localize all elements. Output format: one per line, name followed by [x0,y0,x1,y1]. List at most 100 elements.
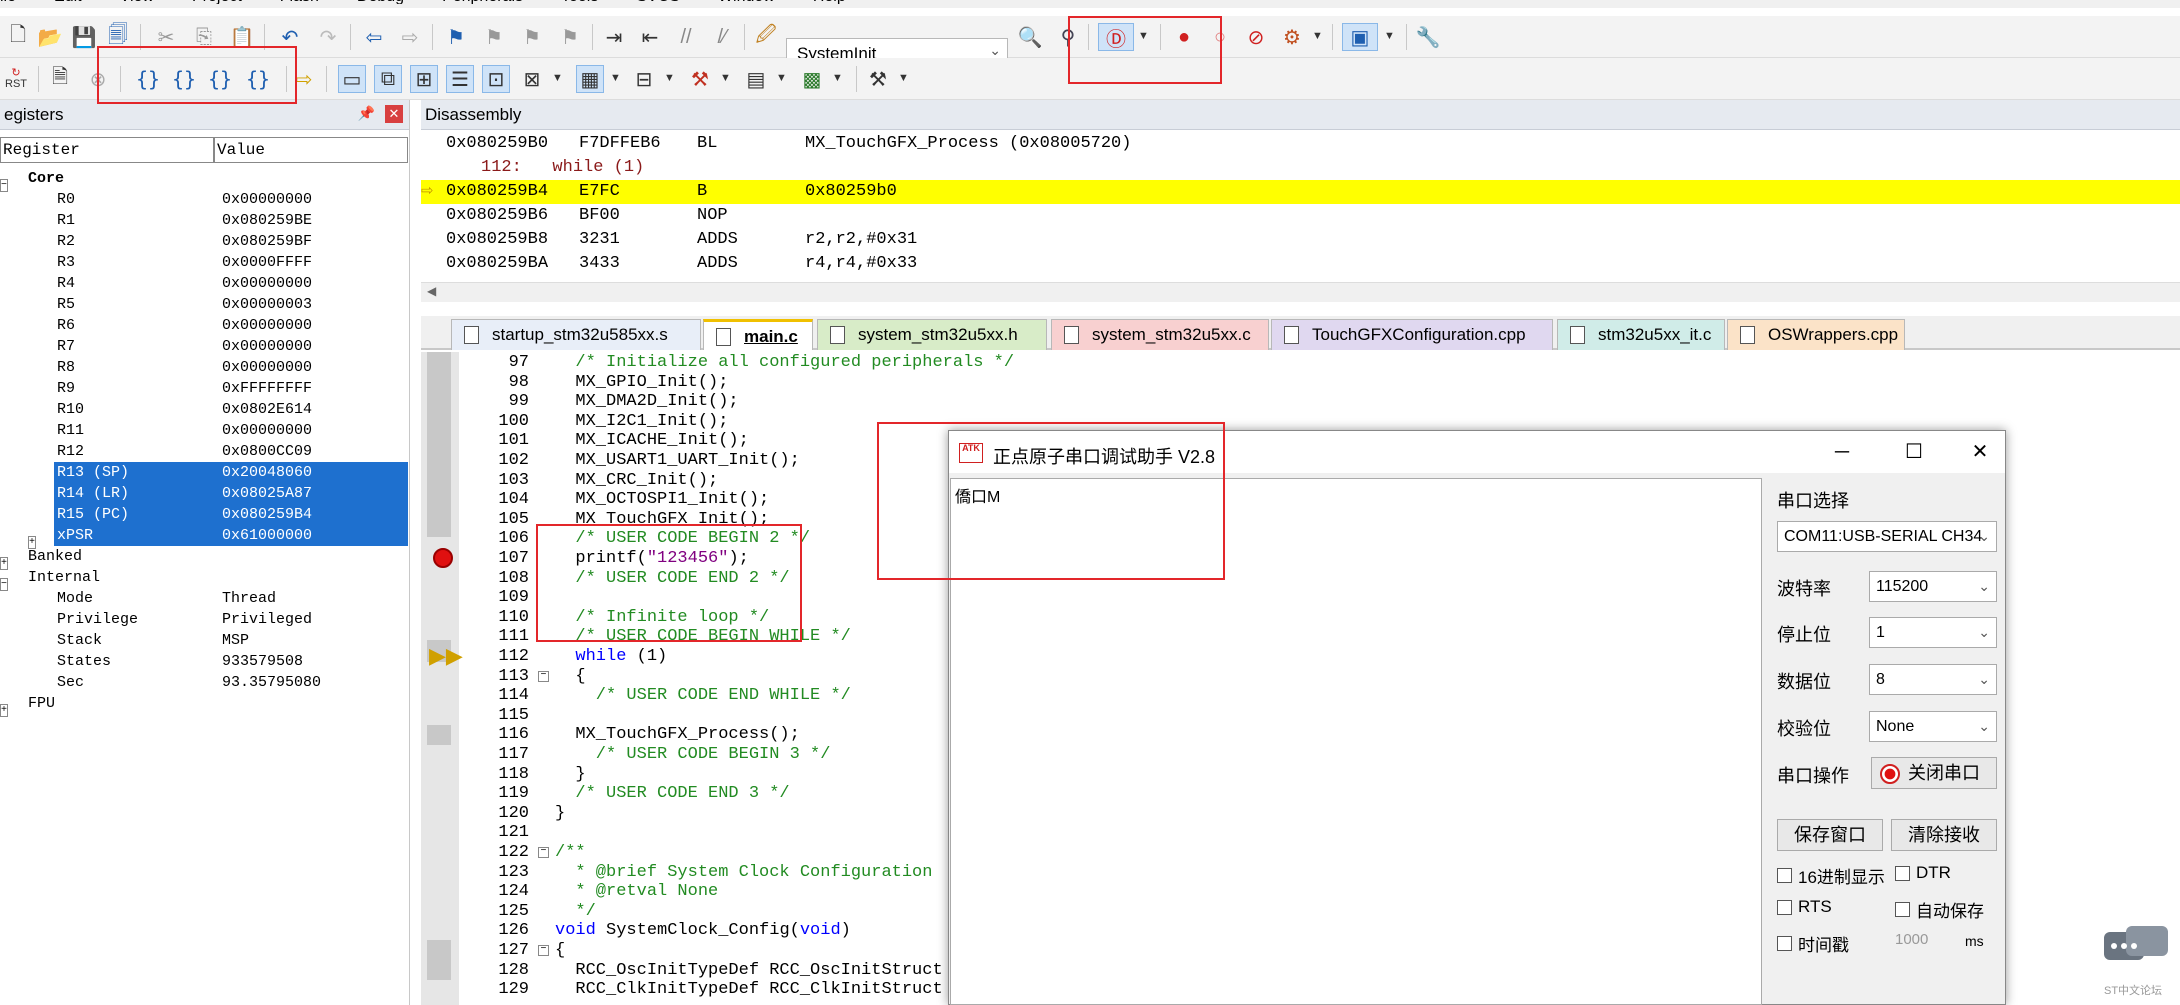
fold-toggle-icon[interactable]: − [538,945,549,956]
system-viewer-icon[interactable]: ▩ [798,65,826,93]
menu-item[interactable]: View [120,0,154,4]
cut-icon[interactable]: ✂ [152,23,180,51]
register-value[interactable]: 0x08025A87 [222,483,312,504]
tab-file[interactable]: system_stm32u5xx.c [1051,319,1269,350]
tab-file[interactable]: stm32u5xx_it.c [1557,319,1725,350]
fold-toggle-icon[interactable]: − [538,670,549,682]
call-stack-icon[interactable]: ⊡ [482,65,510,93]
register-row[interactable]: R1 0x080259BE [0,210,408,231]
close-icon[interactable]: ✕ [1965,439,1995,465]
kill-breakpoints-icon[interactable]: ⊘ [1242,23,1270,51]
register-value[interactable]: MSP [222,630,249,651]
watch-window-icon[interactable]: ⊠ [518,65,546,93]
menu-item[interactable]: Debug [357,0,404,4]
show-next-statement-icon[interactable]: ⇨ [290,65,318,93]
chevron-down-icon[interactable]: ▼ [898,72,909,84]
chevron-down-icon[interactable]: ▼ [832,72,843,84]
disassembly-line[interactable]: 0x080259B6 BF00 NOP [421,204,2180,228]
chevron-down-icon[interactable]: ▼ [552,72,563,84]
register-row[interactable]: R12 0x0800CC09 [0,441,408,462]
comment-icon[interactable]: // [672,23,700,51]
register-row[interactable]: R14 (LR) 0x08025A87 [0,483,408,504]
incremental-find-icon[interactable]: ⚲ [1054,23,1082,51]
symbols-window-icon[interactable]: ⊞ [410,65,438,93]
bookmark-next-icon[interactable]: ⚑ [518,23,546,51]
find-icon[interactable]: 🔍 [1016,23,1044,51]
stop-icon[interactable]: ⊗ [84,65,112,93]
save-icon[interactable]: 💾 [70,23,98,51]
register-row[interactable]: Stack MSP [0,630,408,651]
maximize-icon[interactable]: ☐ [1899,439,1929,465]
bookmark-icon[interactable]: ⚑ [442,23,470,51]
parity-select[interactable]: None ⌄ [1869,711,1997,742]
tab-file[interactable]: TouchGFXConfiguration.cpp [1271,319,1553,350]
save-window-button[interactable]: 保存窗口 [1777,819,1883,851]
undo-icon[interactable]: ↶ [276,23,304,51]
register-value[interactable]: 0x080259B4 [222,504,312,525]
chevron-down-icon[interactable]: ▼ [610,72,621,84]
nav-back-icon[interactable]: ⇦ [360,23,388,51]
redo-icon[interactable]: ↷ [314,23,342,51]
register-row[interactable]: R3 0x0000FFFF [0,252,408,273]
register-row[interactable]: R2 0x080259BF [0,231,408,252]
paste-icon[interactable]: 📋 [228,23,256,51]
open-folder-icon[interactable]: 📂 [36,23,64,51]
clear-receive-button[interactable]: 清除接收 [1891,819,1997,851]
chevron-down-icon[interactable]: ▼ [1138,30,1149,42]
register-row[interactable]: + Banked [0,546,408,570]
register-value[interactable]: 0x00000000 [222,357,312,378]
tab-file[interactable]: system_stm32u5xx.h [817,319,1047,350]
menu-item[interactable]: ile [0,0,16,4]
step-into-icon[interactable]: {} [134,65,162,93]
bookmark-prev-icon[interactable]: ⚑ [480,23,508,51]
register-value[interactable]: 0x00000003 [222,294,312,315]
register-value[interactable]: 0x00000000 [222,189,312,210]
register-row[interactable]: + FPU [0,693,408,717]
save-all-icon[interactable]: 🗐 [104,23,132,51]
baud-select[interactable]: 115200 ⌄ [1869,571,1997,602]
chevron-down-icon[interactable]: ▼ [664,72,675,84]
menu-item[interactable]: Peripherals [442,0,523,4]
register-row[interactable]: R4 0x00000000 [0,273,408,294]
trace-window-icon[interactable]: ▤ [742,65,770,93]
tab-main-c[interactable]: main.c [703,319,813,350]
chevron-down-icon[interactable]: ▼ [1384,30,1395,42]
menu-item[interactable]: SVCS [636,0,680,4]
register-value[interactable]: 0x00000000 [222,420,312,441]
register-row[interactable]: Mode Thread [0,588,408,609]
register-row[interactable]: R9 0xFFFFFFFF [0,378,408,399]
breakpoint-icon[interactable]: ● [1170,23,1198,51]
register-value[interactable]: 0xFFFFFFFF [222,378,312,399]
receive-area[interactable]: 僑口M [950,478,1762,1005]
chevron-down-icon[interactable]: ▼ [720,72,731,84]
disassembly-scrollbar[interactable]: ◀ [421,282,2180,302]
disassembly-line[interactable]: 0x080259B8 3231 ADDS r2,r2,#0x31 [421,228,2180,252]
serial-window-icon[interactable]: ⊟ [630,65,658,93]
expand-toggle-icon[interactable]: + [0,557,9,570]
chevron-down-icon[interactable]: ▼ [1312,30,1323,42]
close-icon[interactable]: ✕ [385,105,403,123]
tab-file[interactable]: OSWrappers.cpp [1727,319,1905,350]
col-register[interactable]: Register [0,137,214,163]
register-row[interactable]: R10 0x0802E614 [0,399,408,420]
analysis-window-icon[interactable]: ⚒ [686,65,714,93]
register-row[interactable]: Privilege Privileged [0,609,408,630]
close-port-button[interactable]: 关闭串口 [1871,757,1997,789]
expand-toggle-icon[interactable]: − [0,578,9,591]
dtr-checkbox[interactable]: DTR [1895,863,1951,883]
menu-item[interactable]: Flash [280,0,319,4]
menu-item[interactable]: Window [718,0,775,4]
register-row[interactable]: States 933579508 [0,651,408,672]
register-value[interactable]: 933579508 [222,651,303,672]
disassembly-line[interactable]: 0x080259B4 E7FC B 0x80259b0 ⇨ [421,180,2180,204]
menu-item[interactable]: Help [813,0,846,4]
wrench-icon[interactable]: 🔧 [1414,23,1442,51]
new-file-icon[interactable]: 🗋 [4,23,32,51]
run-icon[interactable]: 🗎 [46,65,74,93]
configure-tools-icon[interactable]: ⚙ [1278,23,1306,51]
col-value[interactable]: Value [214,137,408,163]
fold-toggle-icon[interactable]: − [538,847,549,858]
find-in-files-icon[interactable]: 🖉 [752,23,780,51]
register-row[interactable]: R15 (PC) 0x080259B4 [0,504,408,525]
register-value[interactable]: 0x00000000 [222,273,312,294]
